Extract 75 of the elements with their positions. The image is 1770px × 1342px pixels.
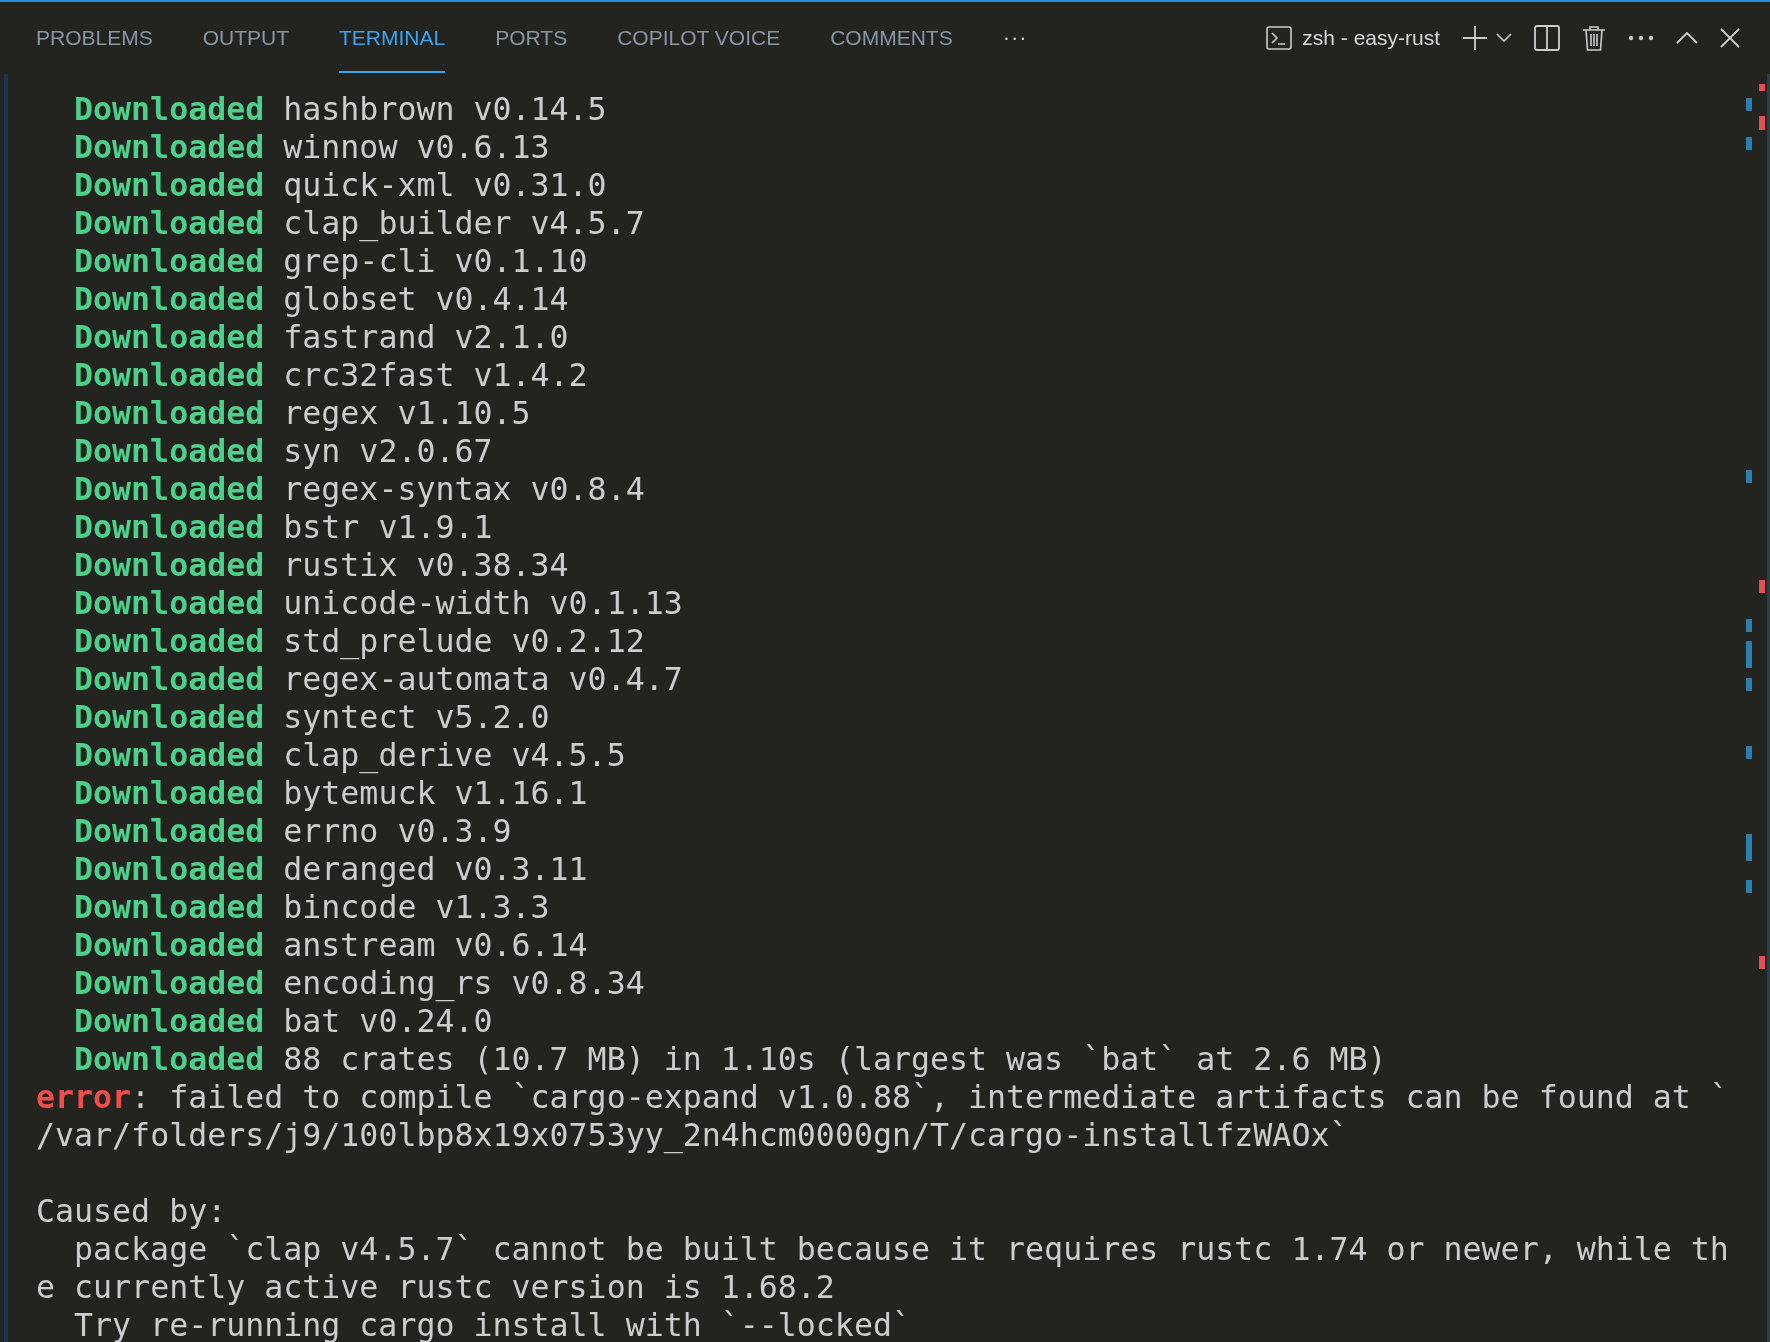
panel-tab[interactable]: OUTPUT bbox=[202, 2, 290, 73]
terminal-line: globset v0.4.14 bbox=[283, 281, 569, 317]
terminal-line: Caused by: bbox=[36, 1193, 227, 1229]
terminal-line: bincode v1.3.3 bbox=[283, 889, 550, 925]
chevron-down-icon[interactable] bbox=[1496, 32, 1512, 43]
terminal-line: anstream v0.6.14 bbox=[283, 927, 588, 963]
terminal-line: winnow v0.6.13 bbox=[283, 129, 550, 165]
status-label: Downloaded bbox=[74, 509, 265, 545]
terminal-line: package `clap v4.5.7` cannot be built because it requires rustc 1.74 or newer, while th bbox=[74, 1231, 1729, 1267]
status-label: Downloaded bbox=[74, 851, 265, 887]
status-label: Downloaded bbox=[74, 927, 265, 963]
status-label: Downloaded bbox=[74, 775, 265, 811]
status-label: Downloaded bbox=[74, 167, 265, 203]
terminal-line: rustix v0.38.34 bbox=[283, 547, 569, 583]
terminal-line: Try re-running cargo install with `--locked` bbox=[74, 1307, 911, 1342]
more-tabs-button[interactable]: ··· bbox=[1002, 24, 1028, 51]
status-label: Downloaded bbox=[74, 1003, 265, 1039]
status-label: Downloaded bbox=[74, 585, 265, 621]
terminal-line: deranged v0.3.11 bbox=[283, 851, 588, 887]
status-label: Downloaded bbox=[74, 813, 265, 849]
terminal-line: crc32fast v1.4.2 bbox=[283, 357, 588, 393]
terminal-line: grep-cli v0.1.10 bbox=[283, 243, 588, 279]
terminal-line: clap_builder v4.5.7 bbox=[283, 205, 645, 241]
split-icon[interactable] bbox=[1534, 24, 1560, 51]
terminal-line: /var/folders/j9/100lbp8x19x0753yy_2n4hcm0000gn/T/cargo-installfzWAOx` bbox=[36, 1117, 1349, 1153]
status-label: Downloaded bbox=[74, 205, 265, 241]
terminal-line: unicode-width v0.1.13 bbox=[283, 585, 683, 621]
terminal-line: regex v1.10.5 bbox=[283, 395, 531, 431]
terminal-line: : failed to compile `cargo-expand v1.0.88`, intermediate artifacts can be found at ` bbox=[131, 1079, 1729, 1115]
terminal-icon bbox=[1266, 25, 1293, 50]
terminal-name[interactable]: zsh - easy-rust bbox=[1302, 25, 1440, 50]
terminal-line: e currently active rustc version is 1.68.2 bbox=[36, 1269, 835, 1305]
terminal-line: 88 crates (10.7 MB) in 1.10s (largest was `bat` at 2.6 MB) bbox=[283, 1041, 1387, 1077]
terminal-line: bstr v1.9.1 bbox=[283, 509, 493, 545]
panel-tab[interactable]: COMMENTS bbox=[830, 2, 953, 73]
terminal-line: clap_derive v4.5.5 bbox=[283, 737, 626, 773]
status-label: Downloaded bbox=[74, 281, 265, 317]
panel-tab[interactable]: PORTS bbox=[495, 2, 568, 73]
terminal-line: fastrand v2.1.0 bbox=[283, 319, 569, 355]
status-label: Downloaded bbox=[74, 1041, 265, 1077]
terminal-line: encoding_rs v0.8.34 bbox=[283, 965, 645, 1001]
status-label: Downloaded bbox=[74, 661, 265, 697]
close-icon[interactable] bbox=[1720, 27, 1740, 48]
status-label: Downloaded bbox=[74, 243, 265, 279]
terminal-line: regex-automata v0.4.7 bbox=[283, 661, 683, 697]
status-label: Downloaded bbox=[74, 471, 265, 507]
status-label: Downloaded bbox=[74, 737, 265, 773]
terminal-line: bytemuck v1.16.1 bbox=[283, 775, 588, 811]
terminal-line: errno v0.3.9 bbox=[283, 813, 512, 849]
more-icon[interactable] bbox=[1628, 34, 1654, 41]
trash-icon[interactable] bbox=[1582, 24, 1606, 51]
status-label: Downloaded bbox=[74, 91, 265, 127]
terminal-line: hashbrown v0.14.5 bbox=[283, 91, 607, 127]
terminal-line: syn v2.0.67 bbox=[283, 433, 493, 469]
status-label: Downloaded bbox=[74, 319, 265, 355]
terminal-line: quick-xml v0.31.0 bbox=[283, 167, 607, 203]
terminal-line: regex-syntax v0.8.4 bbox=[283, 471, 645, 507]
status-label: Downloaded bbox=[74, 623, 265, 659]
status-label: Downloaded bbox=[74, 547, 265, 583]
terminal-line: std_prelude v0.2.12 bbox=[283, 623, 645, 659]
chevron-up-icon[interactable] bbox=[1676, 31, 1698, 44]
panel-tab[interactable]: COPILOT VOICE bbox=[617, 2, 781, 73]
status-label: Downloaded bbox=[74, 129, 265, 165]
status-label: Downloaded bbox=[74, 395, 265, 431]
terminal-line: bat v0.24.0 bbox=[283, 1003, 493, 1039]
panel-tab[interactable]: PROBLEMS bbox=[36, 2, 153, 73]
terminal-line: syntect v5.2.0 bbox=[283, 699, 550, 735]
status-label: Downloaded bbox=[74, 699, 265, 735]
status-label: Downloaded bbox=[74, 433, 265, 469]
plus-icon[interactable] bbox=[1462, 24, 1488, 51]
status-label: Downloaded bbox=[74, 357, 265, 393]
status-label: Downloaded bbox=[74, 889, 265, 925]
panel-tab[interactable]: TERMINAL bbox=[339, 2, 446, 73]
status-label: Downloaded bbox=[74, 965, 265, 1001]
error-label: error bbox=[36, 1079, 132, 1115]
